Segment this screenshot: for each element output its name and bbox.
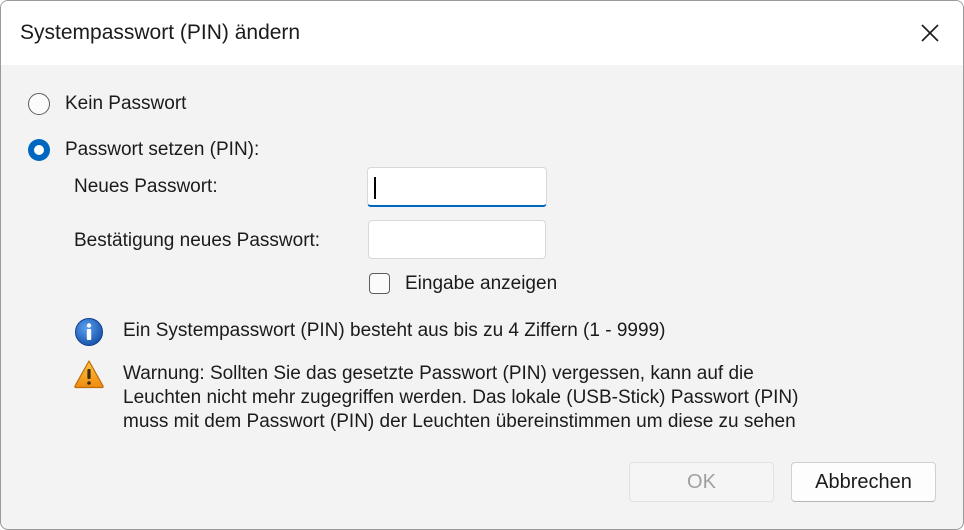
close-button[interactable] bbox=[905, 11, 955, 55]
text-caret bbox=[374, 177, 376, 199]
radio-set-password-label[interactable]: Passwort setzen (PIN): bbox=[65, 139, 259, 161]
warning-line: Warnung: Sollten Sie das gesetzte Passwo… bbox=[123, 363, 754, 384]
close-icon bbox=[921, 24, 939, 42]
info-icon bbox=[75, 318, 103, 346]
confirm-password-input[interactable] bbox=[368, 220, 546, 259]
warning-icon bbox=[74, 360, 104, 389]
radio-no-password[interactable] bbox=[28, 93, 50, 115]
show-input-checkbox[interactable] bbox=[369, 273, 390, 294]
ok-button[interactable]: OK bbox=[629, 462, 774, 502]
warning-line: Leuchten nicht mehr zugegriffen werden. … bbox=[123, 387, 799, 408]
info-message: Ein Systempasswort (PIN) besteht aus bis… bbox=[123, 320, 666, 341]
warning-line: muss mit dem Passwort (PIN) der Leuchten… bbox=[123, 411, 796, 432]
warning-message: Warnung: Sollten Sie das gesetzte Passwo… bbox=[123, 362, 798, 434]
title-bar: Systempasswort (PIN) ändern bbox=[1, 1, 963, 65]
new-password-label: Neues Passwort: bbox=[74, 176, 218, 197]
radio-set-password[interactable] bbox=[28, 139, 50, 161]
show-input-label[interactable]: Eingabe anzeigen bbox=[405, 273, 557, 295]
radio-no-password-label[interactable]: Kein Passwort bbox=[65, 93, 186, 115]
password-dialog: Systempasswort (PIN) ändern Kein Passwor… bbox=[0, 0, 964, 530]
cancel-button[interactable]: Abbrechen bbox=[791, 462, 936, 502]
confirm-password-label: Bestätigung neues Passwort: bbox=[74, 230, 321, 251]
dialog-title: Systempasswort (PIN) ändern bbox=[20, 21, 301, 44]
new-password-input[interactable] bbox=[367, 167, 547, 207]
